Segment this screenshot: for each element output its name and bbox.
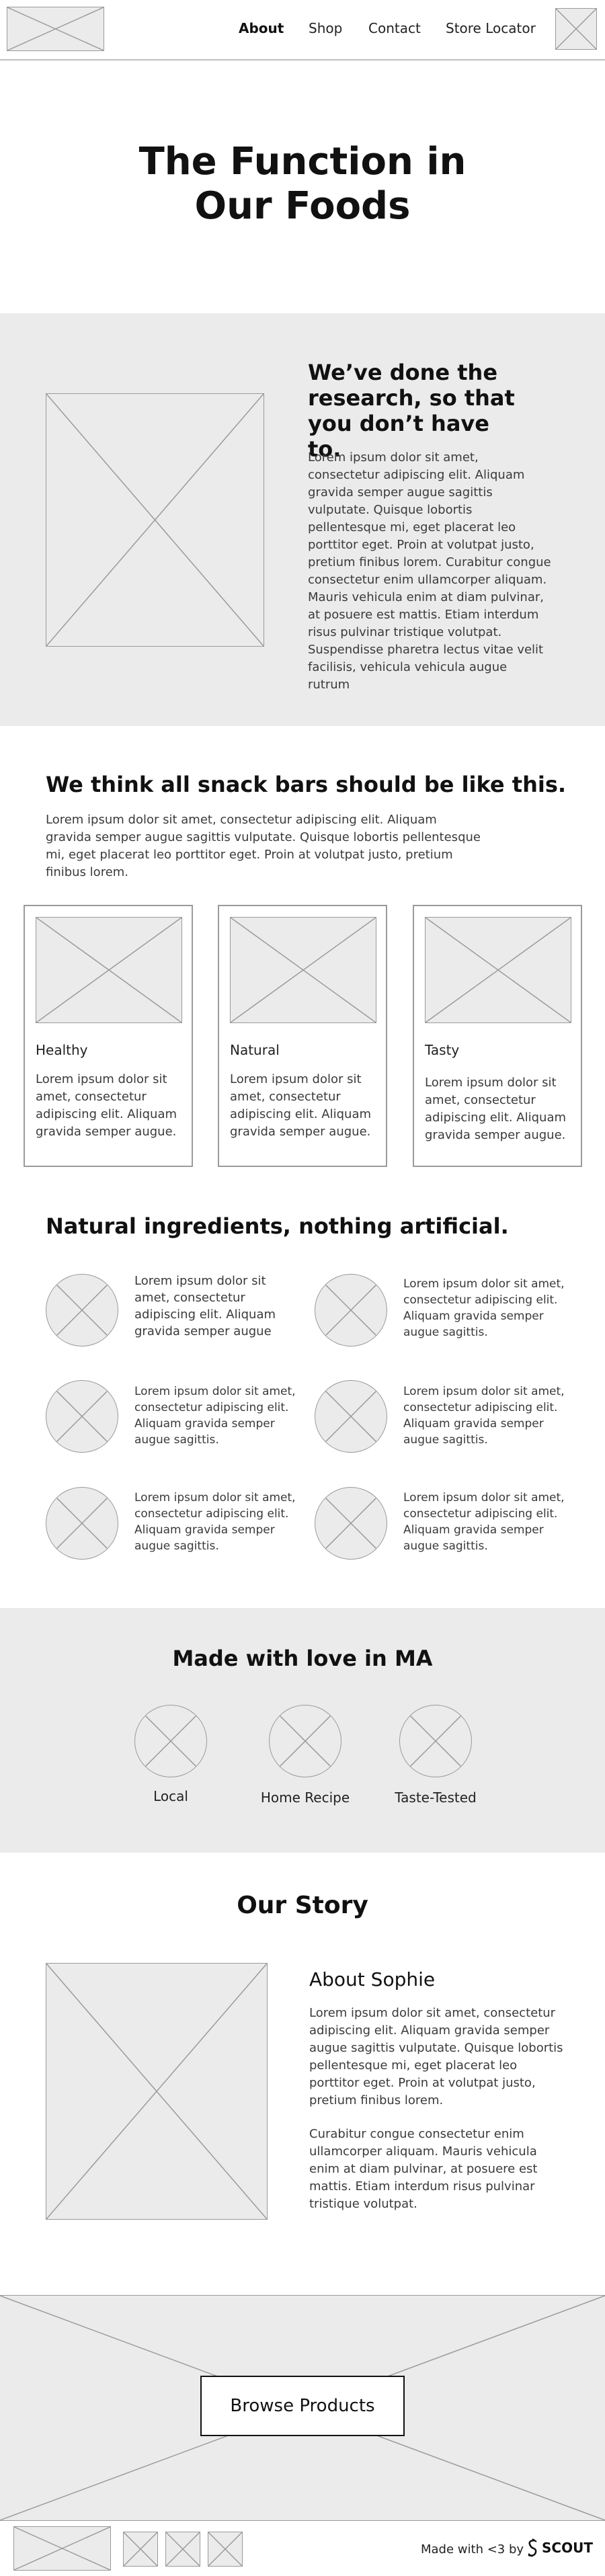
story-paragraph-1: Lorem ipsum dolor sit amet, consectetur … — [309, 2006, 563, 2107]
card-tasty-title: Tasty — [425, 1042, 460, 1058]
story-heading: Our Story — [237, 1892, 368, 1919]
nav-store-locator[interactable]: Store Locator — [446, 20, 536, 36]
social-icon-3[interactable] — [208, 2532, 243, 2567]
scout-logo-icon — [526, 2538, 539, 2558]
card-natural-title: Natural — [230, 1042, 280, 1058]
social-icon-2[interactable] — [165, 2532, 200, 2567]
hero-title-line1: The Function in — [138, 140, 467, 184]
research-paragraph-1: Lorem ipsum dolor sit amet, consectetur … — [308, 450, 551, 587]
hero-title-line2: Our Foods — [194, 184, 411, 228]
card-healthy-image — [36, 917, 182, 1023]
card-tasty-image — [425, 917, 571, 1023]
social-icon-1[interactable] — [123, 2532, 158, 2567]
love-icon-local — [134, 1705, 207, 1777]
scout-brand: SCOUT — [542, 2540, 593, 2556]
ingredient-icon-4 — [315, 1380, 387, 1453]
browse-products-label: Browse Products — [230, 2396, 375, 2416]
ingredient-text-2: Lorem ipsum dolor sit amet, consectetur … — [403, 1277, 565, 1339]
card-healthy-text: Lorem ipsum dolor sit amet, consectetur … — [36, 1072, 177, 1139]
ingredient-text-5: Lorem ipsum dolor sit amet, consectetur … — [134, 1491, 296, 1553]
love-label-local: Local — [153, 1788, 188, 1804]
ingredient-icon-6 — [315, 1487, 387, 1560]
ingredient-icon-3 — [46, 1380, 118, 1453]
ingredient-icon-1 — [46, 1274, 118, 1346]
site-header: About Shop Contact Store Locator — [0, 0, 605, 61]
story-paragraph-2: Curabitur congue consectetur enim ullamc… — [309, 2127, 538, 2211]
ingredient-text-3: Lorem ipsum dolor sit amet, consectetur … — [134, 1385, 296, 1447]
cart-icon-placeholder[interactable] — [555, 8, 597, 50]
love-label-home-recipe: Home Recipe — [260, 1789, 350, 1806]
footer-logo-placeholder[interactable] — [13, 2526, 111, 2571]
research-heading: We’ve done the research, so that you don… — [308, 360, 530, 462]
snack-text: Lorem ipsum dolor sit amet, consectetur … — [46, 813, 481, 879]
ingredients-heading: Natural ingredients, nothing artificial. — [46, 1213, 509, 1239]
story-image-placeholder — [46, 1963, 268, 2220]
ingredient-text-1: Lorem ipsum dolor sit amet, consectetur … — [134, 1274, 276, 1338]
browse-products-button[interactable]: Browse Products — [200, 2376, 405, 2436]
snack-heading: We think all snack bars should be like t… — [46, 772, 567, 797]
love-heading: Made with love in MA — [172, 1646, 433, 1671]
card-natural: Natural Lorem ipsum dolor sit amet, cons… — [218, 905, 387, 1167]
card-natural-image — [230, 917, 376, 1023]
card-healthy: Healthy Lorem ipsum dolor sit amet, cons… — [24, 905, 193, 1167]
nav-shop[interactable]: Shop — [309, 20, 342, 36]
nav-contact[interactable]: Contact — [368, 20, 421, 36]
hero-title: The Function in Our Foods — [0, 140, 605, 229]
love-icon-taste-tested — [399, 1705, 472, 1777]
love-label-taste-tested: Taste-Tested — [395, 1789, 477, 1806]
card-tasty-text: Lorem ipsum dolor sit amet, consectetur … — [425, 1076, 567, 1142]
research-heading-line1: We’ve done the — [308, 360, 498, 385]
footer: Made with <3 by SCOUT — [0, 2521, 605, 2576]
ingredient-text-4: Lorem ipsum dolor sit amet, consectetur … — [403, 1385, 565, 1447]
logo-placeholder[interactable] — [7, 7, 104, 51]
ingredient-text-6: Lorem ipsum dolor sit amet, consectetur … — [403, 1491, 565, 1553]
ingredient-icon-5 — [46, 1487, 118, 1560]
research-heading-line2: research, so that — [308, 385, 515, 411]
research-paragraph-2: Mauris vehicula enim at diam pulvinar, a… — [308, 590, 544, 692]
card-healthy-title: Healthy — [36, 1042, 88, 1058]
card-tasty: Tasty Lorem ipsum dolor sit amet, consec… — [413, 905, 582, 1167]
ingredient-icon-2 — [315, 1274, 387, 1346]
card-natural-text: Lorem ipsum dolor sit amet, consectetur … — [230, 1072, 372, 1139]
nav-about[interactable]: About — [239, 20, 284, 36]
story-subheading: About Sophie — [309, 1968, 436, 1990]
scout-link[interactable]: SCOUT — [526, 2537, 593, 2559]
love-icon-home-recipe — [269, 1705, 341, 1777]
research-image-placeholder — [46, 393, 264, 647]
made-with-text: Made with <3 by — [421, 2542, 524, 2557]
